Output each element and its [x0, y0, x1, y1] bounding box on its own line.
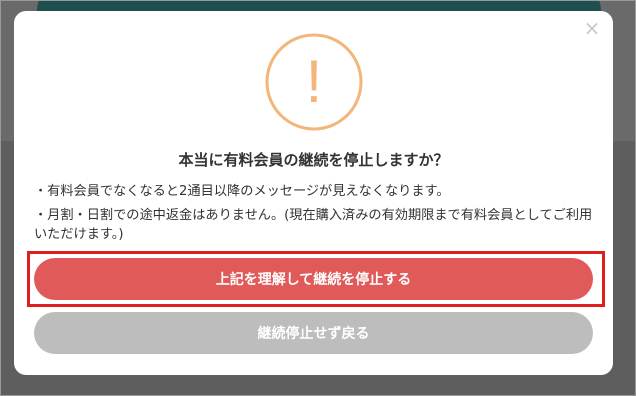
- svg-text:!: !: [306, 48, 323, 115]
- close-icon[interactable]: ×: [581, 17, 603, 39]
- dialog-title: 本当に有料会員の継続を停止しますか？: [178, 151, 449, 169]
- cancel-back-button[interactable]: 継続停止せず戻る: [34, 312, 593, 354]
- note-item: ・月割・日割での途中返金はありません。(現在購入済みの有効期限まで有料会員として…: [34, 208, 593, 242]
- screenshot-frame: × ! 本当に有料会員の継続を停止しますか？ ・有料会員でなくなると2通目以降の…: [0, 0, 636, 396]
- note-item: ・有料会員でなくなると2通目以降のメッセージが見えなくなります。: [34, 184, 450, 199]
- exclamation-circle-icon: !: [265, 33, 363, 131]
- confirm-stop-dialog: × ! 本当に有料会員の継続を停止しますか？ ・有料会員でなくなると2通目以降の…: [14, 11, 613, 375]
- notes-list: ・有料会員でなくなると2通目以降のメッセージが見えなくなります。 ・月割・日割で…: [34, 182, 604, 249]
- confirm-stop-button[interactable]: 上記を理解して継続を停止する: [34, 258, 593, 300]
